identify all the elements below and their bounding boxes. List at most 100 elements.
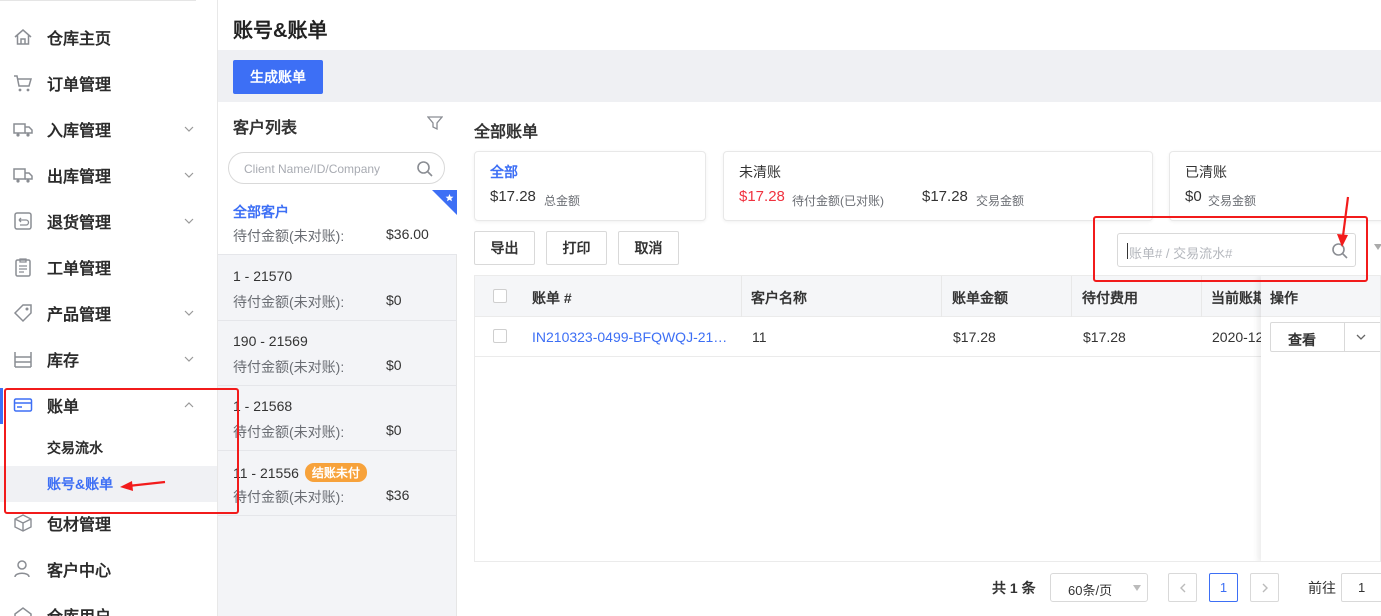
inbound-truck-icon — [13, 123, 33, 137]
stat-card-all[interactable]: 全部 $17.28 总金额 — [474, 151, 706, 221]
column-header-due[interactable]: 待付费用 — [1082, 288, 1138, 308]
card-title: 已清账 — [1185, 164, 1227, 180]
column-divider — [1071, 276, 1072, 317]
card-title: 全部 — [490, 164, 518, 180]
status-badge: 结账未付 — [304, 463, 367, 482]
chevron-down-icon — [184, 126, 194, 132]
divider — [1344, 323, 1345, 351]
column-header-customer[interactable]: 客户名称 — [751, 288, 807, 308]
search-icon[interactable] — [416, 160, 434, 178]
customer-list-title: 客户列表 — [233, 120, 298, 137]
customer-search-input[interactable]: Client Name/ID/Company — [228, 152, 445, 184]
customer-name-cell: 11 — [752, 329, 767, 345]
sidebar-item-warehouse-users[interactable]: 仓库用户 — [0, 592, 217, 616]
due-amount: $0 — [386, 292, 402, 308]
card-caption: 总金额 — [544, 194, 581, 208]
print-button[interactable]: 打印 — [546, 231, 607, 265]
caret-down-icon[interactable] — [1374, 244, 1381, 250]
column-header-bill[interactable]: 账单 # — [532, 288, 572, 308]
home-icon — [14, 29, 32, 45]
customer-name: 11 - 21556 结账未付 — [233, 463, 367, 482]
card-caption-secondary: 交易金额 — [976, 194, 1025, 208]
customer-row[interactable]: 1 - 21568 待付金额(未对账): $0 — [218, 386, 457, 451]
chevron-down-icon[interactable] — [1356, 333, 1366, 341]
package-icon — [14, 514, 32, 532]
cart-icon — [14, 75, 32, 92]
next-page-button[interactable] — [1250, 573, 1279, 602]
due-label: 待付金额(未对账): — [233, 294, 345, 310]
sidebar-item-inventory[interactable]: 库存 — [0, 336, 217, 382]
goto-page-input[interactable]: 1 — [1341, 573, 1381, 602]
sidebar-item-label: 仓库用户 — [47, 603, 111, 616]
sidebar-item-customers[interactable]: 客户中心 — [0, 546, 217, 592]
sidebar-item-inbound[interactable]: 入库管理 — [0, 106, 217, 152]
annotation-box-billing-menu — [4, 388, 239, 514]
select-all-checkbox[interactable] — [493, 289, 507, 303]
customer-list-panel: 客户列表 Client Name/ID/Company 全部客户 待付金额(未对… — [218, 102, 457, 616]
column-header-amount[interactable]: 账单金额 — [952, 288, 1008, 308]
row-checkbox[interactable] — [493, 329, 507, 343]
outbound-truck-icon — [13, 168, 33, 183]
caret-down-icon — [1133, 585, 1141, 591]
customer-name-text: 11 - 21556 — [233, 464, 299, 481]
column-divider — [941, 276, 942, 317]
customer-row[interactable]: 全部客户 待付金额(未对账): $36.00 — [218, 190, 457, 255]
generate-bill-button[interactable]: 生成账单 — [233, 60, 323, 94]
clipboard-icon — [15, 258, 31, 277]
card-amount: $17.28 — [739, 188, 785, 205]
cancel-button[interactable]: 取消 — [618, 231, 679, 265]
active-indicator — [0, 388, 3, 424]
card-caption: 交易金额 — [1208, 194, 1257, 208]
chevron-right-icon — [1262, 583, 1268, 592]
view-button[interactable]: 查看 — [1270, 322, 1380, 352]
customer-row[interactable]: 1 - 21570 待付金额(未对账): $0 — [218, 256, 457, 321]
customer-list-header: 客户列表 — [218, 102, 457, 144]
column-header-period[interactable]: 当前账期 — [1211, 288, 1267, 308]
chevron-down-icon — [184, 356, 194, 362]
export-button[interactable]: 导出 — [474, 231, 535, 265]
sidebar-item-workorders[interactable]: 工单管理 — [0, 244, 217, 290]
page-size-select[interactable]: 60条/页 — [1050, 573, 1148, 602]
page-title: 账号&账单 — [233, 20, 328, 42]
due-label: 待付金额(未对账): — [233, 424, 345, 440]
page-number-button[interactable]: 1 — [1209, 573, 1238, 602]
divider — [0, 0, 196, 1]
bill-number-link[interactable]: IN210323-0499-BFQWQJ-21… — [532, 329, 727, 345]
customer-search-area: Client Name/ID/Company — [218, 144, 457, 190]
sidebar-item-outbound[interactable]: 出库管理 — [0, 152, 217, 198]
customer-row[interactable]: 190 - 21569 待付金额(未对账): $0 — [218, 321, 457, 386]
actions-header: 操作 — [1261, 276, 1380, 317]
section-title: 全部账单 — [474, 124, 539, 141]
search-placeholder: Client Name/ID/Company — [244, 162, 381, 176]
page-size-value: 60条/页 — [1068, 583, 1113, 598]
chevron-left-icon — [1179, 583, 1185, 592]
period-cell: 2020-12 — [1212, 329, 1264, 345]
prev-page-button[interactable] — [1168, 573, 1197, 602]
card-title: 未清账 — [739, 164, 781, 180]
star-corner-icon — [432, 190, 457, 215]
sidebar-item-label: 入库管理 — [47, 123, 112, 140]
sidebar-item-label: 工单管理 — [47, 261, 112, 278]
stat-card-settled[interactable]: 已清账 $0 交易金额 — [1169, 151, 1381, 221]
sidebar-item-label: 客户中心 — [47, 563, 112, 580]
sidebar-item-products[interactable]: 产品管理 — [0, 290, 217, 336]
filter-icon[interactable] — [427, 115, 443, 131]
due-amount: $36 — [386, 487, 410, 503]
sidebar-item-label: 仓库主页 — [47, 31, 112, 48]
bill-amount-cell: $17.28 — [953, 329, 996, 345]
table-header: 账单 # 客户名称 账单金额 待付费用 当前账期 — [475, 276, 1380, 317]
column-divider — [1201, 276, 1202, 317]
annotation-box-search — [1093, 216, 1368, 282]
sidebar-item-returns[interactable]: 退货管理 — [0, 198, 217, 244]
table-row[interactable]: IN210323-0499-BFQWQJ-21… 11 $17.28 $17.2… — [475, 317, 1380, 357]
pagination-total: 共 1 条 — [992, 580, 1036, 596]
sidebar-item-orders[interactable]: 订单管理 — [0, 60, 217, 106]
sidebar-item-home[interactable]: 仓库主页 — [0, 14, 217, 60]
goto-label: 前往 — [1308, 580, 1336, 596]
card-amount: $17.28 — [490, 188, 536, 205]
customer-row[interactable]: 11 - 21556 结账未付 待付金额(未对账): $36 — [218, 451, 457, 516]
stat-card-unsettled[interactable]: 未清账 $17.28 待付金额(已对账) $17.28 交易金额 — [723, 151, 1153, 221]
sidebar-item-label: 出库管理 — [47, 169, 112, 186]
due-amount: $36.00 — [386, 226, 429, 242]
due-label: 待付金额(未对账): — [233, 228, 345, 244]
